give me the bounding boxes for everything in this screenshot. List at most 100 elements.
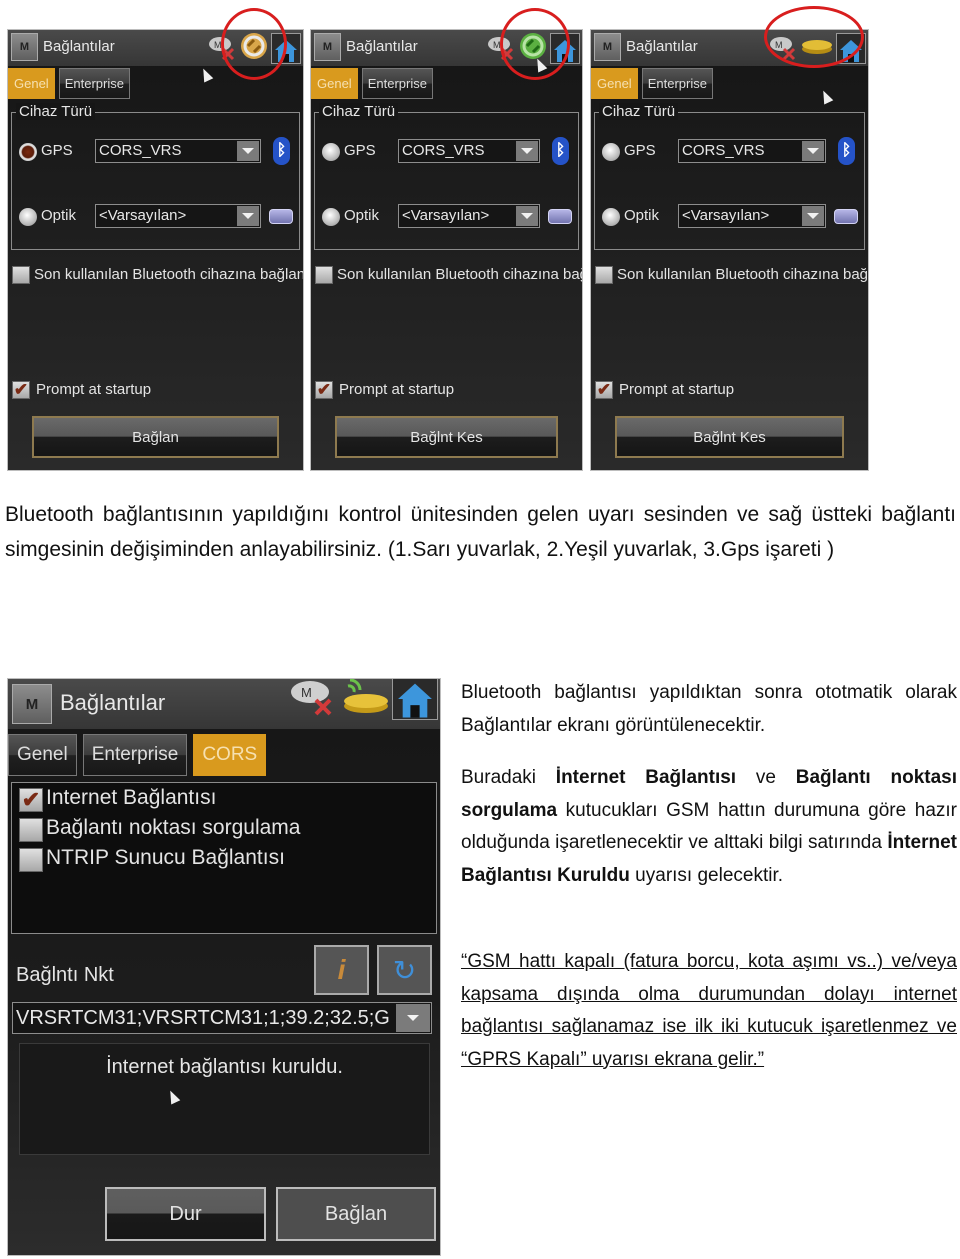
window-title: Bağlantılar xyxy=(60,690,166,715)
caption-paragraph: Bluetooth bağlantısının yapıldığını kont… xyxy=(5,503,956,561)
highlight-ring-3 xyxy=(764,6,864,68)
stop-button[interactable]: Dur xyxy=(105,1187,266,1241)
text-run: ve xyxy=(736,767,796,788)
tab-genel[interactable]: Genel xyxy=(8,734,77,776)
last-bluetooth-label: Son kullanılan Bluetooth cihazına bağlan xyxy=(617,266,869,283)
optik-device-select[interactable]: <Varsayılan> xyxy=(398,204,540,228)
bluetooth-icon[interactable]: ᛒ xyxy=(273,137,290,165)
optik-radio[interactable] xyxy=(602,208,620,226)
internet-connection-label: Internet Bağlantısı xyxy=(46,786,217,809)
gps-receiver-signal-icon xyxy=(344,679,388,713)
mountpoint-query-label: Bağlantı noktası sorgulama xyxy=(46,816,301,839)
device-type-label: Cihaz Türü xyxy=(599,103,679,120)
dropdown-arrow-icon[interactable] xyxy=(237,141,259,161)
home-button[interactable] xyxy=(392,679,438,720)
last-bluetooth-checkbox[interactable] xyxy=(595,266,613,284)
optik-device-select[interactable]: <Varsayılan> xyxy=(95,204,261,228)
highlight-ring-2 xyxy=(500,8,570,80)
serial-port-icon[interactable] xyxy=(834,209,858,224)
mountpoint-query-checkbox[interactable] xyxy=(19,818,43,842)
info-paragraph-2: Buradaki İnternet Bağlantısı ve Bağlantı… xyxy=(461,762,957,892)
gps-device-select[interactable]: CORS_VRS xyxy=(678,139,826,163)
cloud-disconnected-icon: M xyxy=(291,681,332,716)
optik-device-select[interactable]: <Varsayılan> xyxy=(678,204,826,228)
prompt-startup-label: Prompt at startup xyxy=(36,381,152,398)
menu-button[interactable]: M xyxy=(12,684,52,724)
ntrip-server-checkbox[interactable] xyxy=(19,848,43,872)
mountpoint-label: Bağlntı Nkt xyxy=(16,964,114,986)
tab-enterprise[interactable]: Enterprise xyxy=(82,734,188,776)
tab-bar: Genel Enterprise xyxy=(591,68,713,100)
connect-toggle-button[interactable]: Bağlan xyxy=(32,416,279,458)
tab-bar: Genel Enterprise xyxy=(8,68,130,100)
tab-enterprise[interactable]: Enterprise xyxy=(361,68,433,99)
device-type-group: Cihaz Türü GPS CORS_VRS ᛒ Optik <Varsayı… xyxy=(314,103,579,250)
dropdown-arrow-icon[interactable] xyxy=(516,141,538,161)
gps-radio[interactable] xyxy=(602,143,620,161)
tab-genel[interactable]: Genel xyxy=(8,68,55,99)
bold-term: İnternet Bağlantısı xyxy=(555,767,737,788)
status-message-box: İnternet bağlantısı kuruldu. xyxy=(19,1043,430,1155)
svg-text:M: M xyxy=(301,685,312,700)
menu-button-label: M xyxy=(322,41,333,53)
window-title: Bağlantılar xyxy=(626,38,698,55)
status-icons: M xyxy=(288,679,438,720)
optik-radio[interactable] xyxy=(19,208,37,226)
gps-radio[interactable] xyxy=(19,143,37,161)
serial-port-icon[interactable] xyxy=(548,209,572,224)
menu-button[interactable]: M xyxy=(314,33,341,61)
dropdown-arrow-icon[interactable] xyxy=(802,141,824,161)
last-bluetooth-checkbox[interactable] xyxy=(12,266,30,284)
menu-button[interactable]: M xyxy=(11,33,38,61)
dropdown-arrow-icon[interactable] xyxy=(516,206,538,226)
title-bar: M Bağlantılar M xyxy=(8,679,440,729)
bluetooth-icon[interactable]: ᛒ xyxy=(838,137,855,165)
gps-device-select[interactable]: CORS_VRS xyxy=(398,139,540,163)
dropdown-arrow-icon[interactable] xyxy=(237,206,259,226)
dropdown-arrow-icon[interactable] xyxy=(802,206,824,226)
cors-options-box: ✔ Internet Bağlantısı Bağlantı noktası s… xyxy=(11,782,437,934)
menu-button-label: M xyxy=(25,695,39,713)
connect-toggle-label: Bağlan xyxy=(132,428,179,446)
dropdown-arrow-icon[interactable] xyxy=(396,1004,430,1032)
bluetooth-icon[interactable]: ᛒ xyxy=(552,137,569,165)
prompt-startup-checkbox[interactable]: ✔ xyxy=(595,381,613,399)
last-bluetooth-label: Son kullanılan Bluetooth cihazına bağlan xyxy=(34,266,304,283)
tab-enterprise[interactable]: Enterprise xyxy=(58,68,130,99)
connect-toggle-button[interactable]: Bağlnt Kes xyxy=(615,416,844,458)
optik-radio[interactable] xyxy=(322,208,340,226)
highlight-ring-1 xyxy=(221,8,287,80)
mountpoint-select[interactable]: VRSRTCM31;VRSRTCM31;1;39.2;32.5;G xyxy=(12,1002,432,1034)
tab-bar: Genel Enterprise xyxy=(311,68,433,100)
gps-radio[interactable] xyxy=(322,143,340,161)
tab-genel[interactable]: Genel xyxy=(591,68,638,99)
refresh-button[interactable]: ↻ xyxy=(377,945,432,995)
info-icon: i xyxy=(337,954,346,985)
optik-label: Optik xyxy=(624,207,660,224)
gps-device-select[interactable]: CORS_VRS xyxy=(95,139,261,163)
menu-button-label: M xyxy=(602,41,613,53)
connect-button[interactable]: Bağlan xyxy=(276,1187,436,1241)
screenshot-panel-2: M Bağlantılar M Genel Enterprise Cihaz T… xyxy=(310,29,583,471)
cors-screenshot-panel: M Bağlantılar M Genel Enterprise CORS ✔ … xyxy=(7,678,441,1256)
menu-button-label: M xyxy=(19,41,30,53)
menu-button[interactable]: M xyxy=(594,33,621,61)
connect-toggle-button[interactable]: Bağlnt Kes xyxy=(335,416,558,458)
gps-label: GPS xyxy=(344,142,376,159)
tab-genel[interactable]: Genel xyxy=(311,68,358,99)
optik-device-value: <Varsayılan> xyxy=(99,207,187,224)
last-bluetooth-checkbox[interactable] xyxy=(315,266,333,284)
serial-port-icon[interactable] xyxy=(269,209,293,224)
internet-connection-checkbox[interactable]: ✔ xyxy=(19,788,43,812)
tab-enterprise[interactable]: Enterprise xyxy=(641,68,713,99)
status-message: İnternet bağlantısı kuruldu. xyxy=(106,1056,343,1078)
warning-paragraph: “GSM hattı kapalı (fatura borcu, kota aş… xyxy=(461,951,957,1070)
stop-button-label: Dur xyxy=(169,1202,202,1225)
optik-label: Optik xyxy=(344,207,380,224)
prompt-startup-checkbox[interactable]: ✔ xyxy=(315,381,333,399)
tab-cors[interactable]: CORS xyxy=(193,734,267,776)
connect-button-label: Bağlan xyxy=(324,1202,388,1225)
optik-label: Optik xyxy=(41,207,77,224)
info-button[interactable]: i xyxy=(314,945,369,995)
prompt-startup-checkbox[interactable]: ✔ xyxy=(12,381,30,399)
